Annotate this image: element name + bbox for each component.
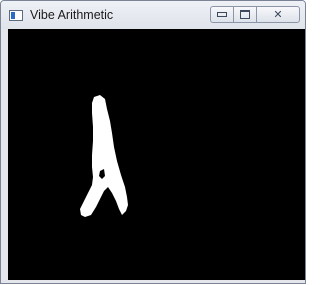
minimize-button[interactable] (210, 6, 234, 23)
window-title: Vibe Arithmetic (30, 8, 114, 22)
app-window-icon (9, 10, 23, 21)
image-display-area (8, 29, 305, 280)
foreground-silhouette (80, 95, 128, 217)
minimize-icon (217, 12, 227, 17)
close-button[interactable]: ✕ (256, 6, 300, 23)
maximize-icon (240, 10, 250, 19)
close-icon: ✕ (273, 8, 283, 21)
title-bar[interactable]: Vibe Arithmetic ✕ (1, 1, 305, 29)
app-window: Vibe Arithmetic ✕ (0, 0, 306, 284)
foreground-mask-image (80, 95, 128, 217)
app-window-icon-bar (11, 12, 15, 19)
maximize-button[interactable] (233, 6, 257, 23)
window-controls: ✕ (210, 6, 300, 24)
